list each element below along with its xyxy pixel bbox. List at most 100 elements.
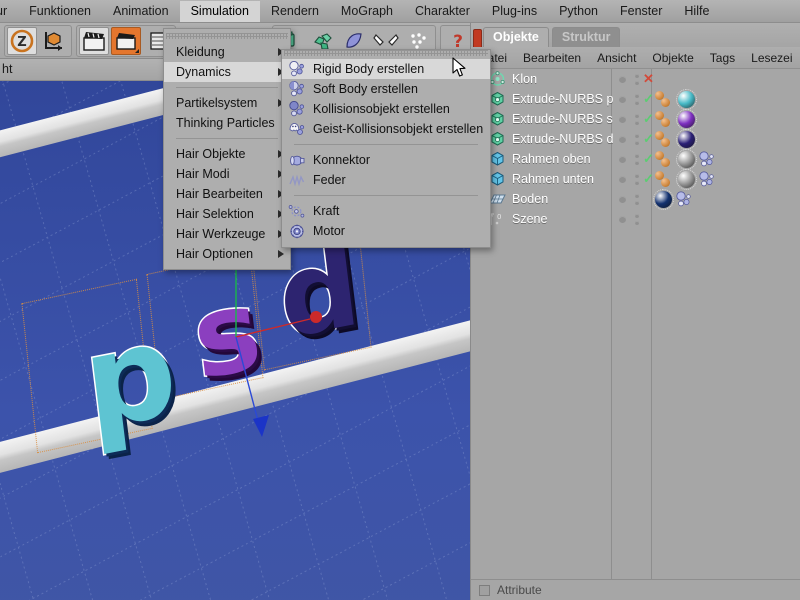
table-row[interactable]: 0Szene xyxy=(471,209,800,229)
render-visibility-dot[interactable] xyxy=(635,181,639,185)
editor-visibility-dot[interactable] xyxy=(635,154,639,158)
render-visibility-dot[interactable] xyxy=(635,81,639,85)
editor-visibility-dot[interactable] xyxy=(635,174,639,178)
om-menu-tags[interactable]: Tags xyxy=(702,49,743,67)
menu-python[interactable]: Python xyxy=(548,1,609,22)
table-row[interactable]: Extrude-NURBS d✓ xyxy=(471,129,800,149)
visibility-dot[interactable] xyxy=(619,96,626,103)
menu-animation[interactable]: Animation xyxy=(102,1,180,22)
menu-funktionen[interactable]: Funktionen xyxy=(18,1,102,22)
material-sphere-icon[interactable] xyxy=(678,91,695,108)
dot-pair[interactable] xyxy=(635,134,639,145)
sim-menu-item-0[interactable]: Kleidung xyxy=(164,42,290,62)
disabled-x-icon[interactable]: ✕ xyxy=(643,74,654,84)
sim-menu-item-5[interactable]: Hair Modi xyxy=(164,164,290,184)
editor-visibility-dot[interactable] xyxy=(635,194,639,198)
dyn-menu-item-6[interactable]: Kraft xyxy=(282,201,490,221)
texture-tag-pair-icon[interactable] xyxy=(655,111,675,128)
render-visibility-dot[interactable] xyxy=(635,201,639,205)
render-region-expand-icon[interactable] xyxy=(135,49,139,53)
dot-pair[interactable] xyxy=(635,74,639,85)
render-view-icon[interactable] xyxy=(79,27,109,55)
visibility-dot[interactable] xyxy=(619,136,626,143)
render-dots[interactable] xyxy=(635,209,639,229)
table-row[interactable]: Boden xyxy=(471,189,800,209)
texture-tag-pair-icon[interactable] xyxy=(655,171,675,188)
visibility-dot[interactable] xyxy=(619,196,626,203)
dyn-menu-item-3[interactable]: Geist-Kollisionsobjekt erstellen xyxy=(282,119,490,139)
world-object-axis-icon[interactable] xyxy=(39,27,69,55)
texture-tag-icon[interactable] xyxy=(661,118,670,127)
sim-menu-item-8[interactable]: Hair Werkzeuge xyxy=(164,224,290,244)
render-visibility-dot[interactable] xyxy=(635,221,639,225)
dot-pair[interactable] xyxy=(635,194,639,205)
sim-menu-item-2[interactable]: Partikelsystem xyxy=(164,93,290,113)
dyn-menu-item-5[interactable]: Feder xyxy=(282,170,490,190)
visibility-dot[interactable] xyxy=(619,156,626,163)
render-dots[interactable] xyxy=(635,189,639,209)
menu-hilfe[interactable]: Hilfe xyxy=(673,1,720,22)
dot-pair[interactable] xyxy=(635,114,639,125)
attribute-checkbox[interactable] xyxy=(479,585,490,596)
table-row[interactable]: Rahmen unten✓ xyxy=(471,169,800,189)
material-sphere-icon[interactable] xyxy=(655,191,672,208)
render-dots[interactable] xyxy=(635,89,639,109)
tag-strip[interactable] xyxy=(655,89,698,109)
visibility-dots[interactable] xyxy=(619,129,626,149)
visibility-dot[interactable] xyxy=(619,176,626,183)
dot-pair[interactable] xyxy=(635,174,639,185)
sim-menu-item-1[interactable]: Dynamics xyxy=(164,62,290,82)
menu-mograph[interactable]: MoGraph xyxy=(330,1,404,22)
menu-rendern[interactable]: Rendern xyxy=(260,1,330,22)
visibility-dot[interactable] xyxy=(619,116,626,123)
enabled-check-icon[interactable]: ✓ xyxy=(643,134,654,144)
menu-plugins[interactable]: Plug-ins xyxy=(481,1,548,22)
om-menu-lesezei[interactable]: Lesezei xyxy=(743,49,800,67)
axis-gizmo[interactable] xyxy=(150,241,350,451)
sim-menu-item-6[interactable]: Hair Bearbeiten xyxy=(164,184,290,204)
tab-objekte[interactable]: Objekte xyxy=(483,27,549,47)
menu-charakter[interactable]: Charakter xyxy=(404,1,481,22)
tag-strip[interactable] xyxy=(655,169,716,189)
dyn-menu-item-7[interactable]: Motor xyxy=(282,221,490,241)
submenu-tearoff-grip[interactable] xyxy=(284,50,488,56)
tag-strip[interactable] xyxy=(655,109,698,129)
render-visibility-dot[interactable] xyxy=(635,161,639,165)
texture-tag-icon[interactable] xyxy=(661,178,670,187)
dyn-menu-item-4[interactable]: Konnektor xyxy=(282,150,490,170)
tag-strip[interactable] xyxy=(655,149,716,169)
render-dots[interactable] xyxy=(635,149,639,169)
dynamics-body-tag-icon[interactable] xyxy=(675,191,691,207)
editor-visibility-dot[interactable] xyxy=(635,74,639,78)
visibility-dots[interactable] xyxy=(619,209,626,229)
table-row[interactable]: Extrude-NURBS p✓ xyxy=(471,89,800,109)
visibility-dots[interactable] xyxy=(619,169,626,189)
editor-visibility-dot[interactable] xyxy=(635,134,639,138)
texture-tag-icon[interactable] xyxy=(661,158,670,167)
visibility-dots[interactable] xyxy=(619,89,626,109)
sim-menu-item-4[interactable]: Hair Objekte xyxy=(164,144,290,164)
texture-tag-pair-icon[interactable] xyxy=(655,131,675,148)
table-row[interactable]: Rahmen oben✓ xyxy=(471,149,800,169)
render-dots[interactable] xyxy=(635,109,639,129)
menu-tearoff-grip[interactable] xyxy=(166,33,288,39)
render-visibility-dot[interactable] xyxy=(635,101,639,105)
editor-visibility-dot[interactable] xyxy=(635,214,639,218)
enabled-check-icon[interactable]: ✓ xyxy=(643,114,654,124)
om-menu-objekte[interactable]: Objekte xyxy=(644,49,701,67)
texture-tag-pair-icon[interactable] xyxy=(655,91,675,108)
visibility-dots[interactable] xyxy=(619,69,626,89)
dynamics-body-tag-icon[interactable] xyxy=(698,171,714,187)
dot-pair[interactable] xyxy=(635,154,639,165)
render-visibility-dot[interactable] xyxy=(635,121,639,125)
table-row[interactable]: Extrude-NURBS s✓ xyxy=(471,109,800,129)
texture-tag-icon[interactable] xyxy=(661,138,670,147)
sim-menu-item-3[interactable]: Thinking Particles xyxy=(164,113,290,133)
tag-strip[interactable] xyxy=(655,189,693,209)
enabled-check-icon[interactable]: ✓ xyxy=(643,94,654,104)
visibility-dot[interactable] xyxy=(619,216,626,223)
z-axis-toggle-icon[interactable]: Z xyxy=(7,27,37,55)
menu-struktur[interactable]: ur xyxy=(0,1,18,22)
table-row[interactable]: Klon✕ xyxy=(471,69,800,89)
layer-color-tab[interactable] xyxy=(473,29,482,47)
